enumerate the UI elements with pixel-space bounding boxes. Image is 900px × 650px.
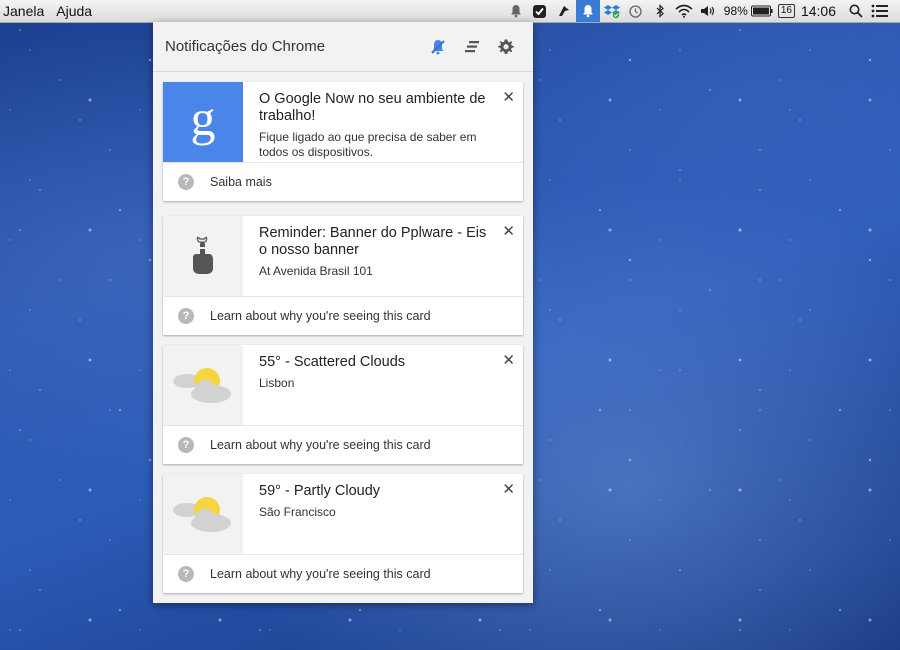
card-title: 55° - Scattered Clouds bbox=[259, 354, 406, 370]
google-g-icon: g bbox=[163, 82, 243, 162]
partly-cloudy-icon bbox=[163, 474, 243, 554]
notification-bell-icon[interactable] bbox=[504, 0, 528, 22]
card-footer-label: Learn about why you're seeing this card bbox=[210, 438, 431, 452]
calendar-date-icon[interactable]: 16 bbox=[777, 4, 795, 18]
card-footer-label: Saiba mais bbox=[210, 175, 272, 189]
card-footer-label: Learn about why you're seeing this card bbox=[210, 567, 431, 581]
chrome-notifications-panel: Notificações do Chrome g O Google Now no… bbox=[153, 22, 533, 603]
close-icon[interactable]: ✕ bbox=[502, 222, 515, 240]
card-message: Lisbon bbox=[259, 376, 295, 390]
partly-cloudy-icon bbox=[163, 345, 243, 425]
do-not-disturb-bell-icon[interactable] bbox=[421, 32, 455, 62]
card-title: 59° - Partly Cloudy bbox=[259, 483, 381, 499]
spotlight-search-icon[interactable] bbox=[844, 0, 868, 22]
reminder-finger-icon bbox=[163, 216, 243, 296]
panel-header: Notificações do Chrome bbox=[153, 22, 533, 72]
panel-title: Notificações do Chrome bbox=[165, 38, 326, 55]
card-footer-label: Learn about why you're seeing this card bbox=[210, 309, 431, 323]
menu-janela[interactable]: Janela bbox=[0, 3, 53, 19]
notification-card[interactable]: 55° - Scattered Clouds Lisbon ✕ ? Learn … bbox=[163, 345, 523, 464]
card-title: O Google Now no seu ambiente de trabalho… bbox=[259, 91, 486, 124]
card-footer-button[interactable]: ? Learn about why you're seeing this car… bbox=[163, 296, 523, 335]
notification-card[interactable]: Reminder: Banner do Pplware - Eis o noss… bbox=[163, 216, 523, 335]
notification-card[interactable]: g O Google Now no seu ambiente de trabal… bbox=[163, 82, 523, 201]
close-icon[interactable]: ✕ bbox=[502, 351, 515, 369]
menu-clock[interactable]: 14:06 bbox=[799, 3, 844, 19]
battery-percentage[interactable]: 98% bbox=[720, 4, 750, 18]
bird-app-icon[interactable] bbox=[552, 0, 576, 22]
settings-gear-icon[interactable] bbox=[489, 32, 523, 62]
checkmark-app-icon[interactable] bbox=[528, 0, 552, 22]
notification-card[interactable]: 59° - Partly Cloudy São Francisco ✕ ? Le… bbox=[163, 474, 523, 593]
help-question-icon: ? bbox=[178, 174, 194, 190]
notification-center-list-icon[interactable] bbox=[868, 0, 892, 22]
help-question-icon: ? bbox=[178, 308, 194, 324]
help-question-icon: ? bbox=[178, 437, 194, 453]
card-message: Fique ligado ao que precisa de saber em … bbox=[259, 130, 477, 159]
card-footer-button[interactable]: ? Learn about why you're seeing this car… bbox=[163, 554, 523, 593]
battery-icon[interactable] bbox=[750, 0, 774, 22]
svg-text:g: g bbox=[191, 95, 216, 146]
menu-ajuda[interactable]: Ajuda bbox=[53, 3, 101, 19]
bluetooth-icon[interactable] bbox=[648, 0, 672, 22]
card-message: At Avenida Brasil 101 bbox=[259, 264, 373, 278]
volume-icon[interactable] bbox=[696, 0, 720, 22]
card-footer-button[interactable]: ? Learn about why you're seeing this car… bbox=[163, 425, 523, 464]
card-message: São Francisco bbox=[259, 505, 336, 519]
chrome-notifications-bell-icon[interactable] bbox=[575, 0, 600, 22]
help-question-icon: ? bbox=[178, 566, 194, 582]
card-footer-button[interactable]: ? Saiba mais bbox=[163, 162, 523, 201]
clear-all-icon[interactable] bbox=[455, 32, 489, 62]
wifi-icon[interactable] bbox=[672, 0, 696, 22]
close-icon[interactable]: ✕ bbox=[502, 480, 515, 498]
dropbox-icon[interactable] bbox=[600, 0, 624, 22]
time-machine-icon[interactable] bbox=[624, 0, 648, 22]
menu-bar: Janela Ajuda 98% 16 14:06 bbox=[0, 0, 900, 23]
card-title: Reminder: Banner do Pplware - Eis o noss… bbox=[259, 225, 487, 258]
close-icon[interactable]: ✕ bbox=[502, 88, 515, 106]
status-tray: 98% 16 14:06 bbox=[504, 0, 900, 22]
